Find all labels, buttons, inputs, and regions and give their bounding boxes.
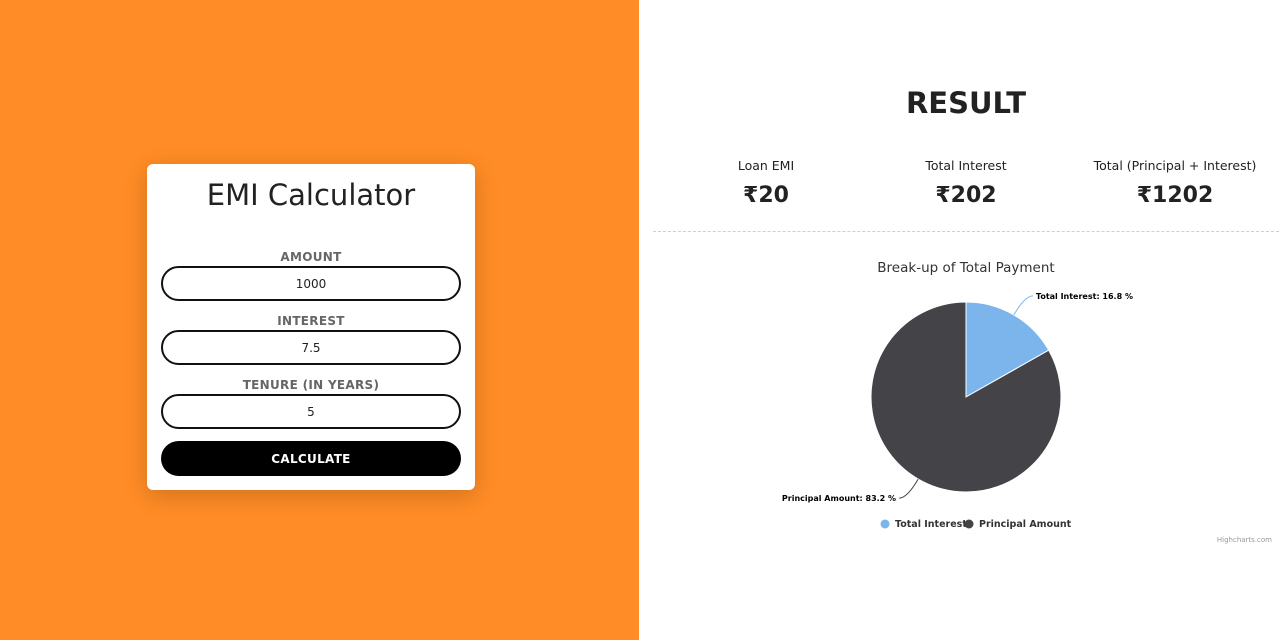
- data-label-connector: [899, 478, 919, 499]
- stat-total-interest: Total Interest ₹202: [856, 158, 1076, 208]
- interest-label: INTEREST: [277, 314, 345, 328]
- stat-value: ₹1202: [1136, 183, 1214, 208]
- result-title: RESULT: [905, 86, 1027, 120]
- stat-total-amount: Total (Principal + Interest) ₹1202: [1065, 158, 1280, 208]
- divider: [653, 231, 1279, 232]
- result-panel: RESULT Loan EMI ₹20 Total Interest ₹202 …: [639, 0, 1280, 640]
- amount-input[interactable]: [161, 266, 461, 301]
- legend-item-total-interest[interactable]: Total Interest: [895, 519, 967, 530]
- pie-chart-svg: Break-up of Total Payment Total Interest…: [782, 260, 1272, 544]
- data-label-principal-amount: Principal Amount: 83.2 %: [782, 494, 896, 503]
- data-label-total-interest: Total Interest: 16.8 %: [1036, 292, 1133, 301]
- amount-label: AMOUNT: [280, 250, 342, 264]
- legend-item-principal-amount[interactable]: Principal Amount: [979, 519, 1072, 530]
- stat-value: ₹202: [935, 183, 997, 208]
- stat-label: Loan EMI: [737, 158, 795, 173]
- emi-calculator-card: EMI Calculator AMOUNT INTEREST TENURE (I…: [147, 164, 475, 490]
- calculator-panel: EMI Calculator AMOUNT INTEREST TENURE (I…: [0, 0, 639, 640]
- stat-label: Total Interest: [925, 158, 1007, 173]
- stat-label: Total (Principal + Interest): [1093, 158, 1257, 173]
- chart-title: Break-up of Total Payment: [877, 260, 1054, 276]
- tenure-input[interactable]: [161, 394, 461, 429]
- data-label-connector: [1013, 295, 1033, 316]
- calculator-title: EMI Calculator: [206, 178, 416, 212]
- legend-marker-total-interest[interactable]: [880, 519, 890, 529]
- calculate-button[interactable]: CALCULATE: [161, 441, 461, 476]
- payment-breakup-chart: Break-up of Total Payment Total Interest…: [639, 245, 1280, 555]
- legend-marker-principal-amount[interactable]: [964, 519, 974, 529]
- interest-input[interactable]: [161, 330, 461, 365]
- stat-value: ₹20: [743, 183, 789, 208]
- tenure-label: TENURE (IN YEARS): [242, 378, 380, 392]
- stat-loan-emi: Loan EMI ₹20: [656, 158, 876, 208]
- chart-credits: Highcharts.com: [1217, 536, 1272, 544]
